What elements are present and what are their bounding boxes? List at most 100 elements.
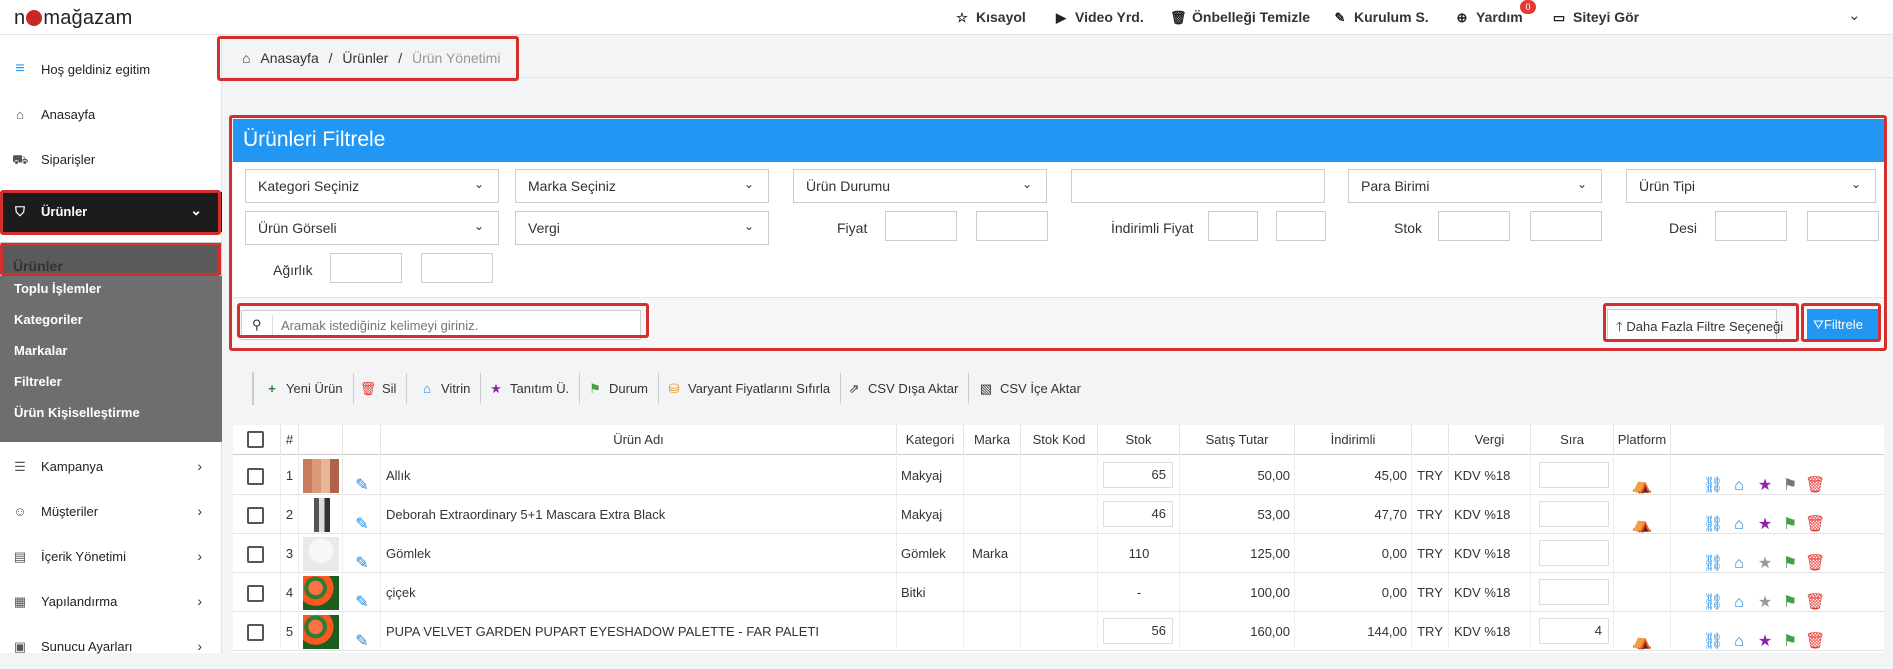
setup-wizard-link[interactable]: ✎ Kurulum S. (1332, 9, 1429, 26)
edit-pencil-icon[interactable]: ✎ (352, 505, 372, 534)
link-icon[interactable]: ⛓ (1703, 466, 1723, 495)
flag-icon[interactable]: ⚑ (1780, 505, 1800, 534)
submenu-item-bulk-actions[interactable]: Toplu İşlemler (0, 273, 222, 304)
table-row[interactable]: 2 ✎ Deborah Extraordinary 5+1 Mascara Extr… (233, 495, 1884, 534)
product-name[interactable]: çiçek (381, 573, 897, 612)
user-menu-chevron-icon[interactable]: ⌄ (1848, 6, 1861, 24)
submenu-item-filters[interactable]: Filtreler (0, 366, 222, 397)
csv-export-button[interactable]: ⇗ CSV Dışa Aktar (835, 373, 970, 404)
header-order[interactable]: Sıra (1531, 425, 1614, 455)
product-thumbnail[interactable] (303, 537, 339, 571)
star-icon[interactable]: ★ (1755, 466, 1775, 495)
header-brand[interactable]: Marka (964, 425, 1021, 455)
link-icon[interactable]: ⛓ (1703, 622, 1723, 651)
showcase-home-icon[interactable]: ⌂ (1729, 544, 1749, 573)
link-icon[interactable]: ⛓ (1703, 505, 1723, 534)
row-checkbox[interactable] (247, 468, 264, 485)
stock-input[interactable]: 56 (1103, 618, 1173, 644)
order-input[interactable] (1539, 501, 1609, 527)
flag-icon[interactable]: ⚑ (1780, 466, 1800, 495)
reset-variant-prices-button[interactable]: ⛁ Varyant Fiyatlarını Sıfırla (655, 373, 842, 404)
star-icon[interactable]: ★ (1755, 622, 1775, 651)
new-product-button[interactable]: + Yeni Ürün (253, 373, 354, 404)
sidebar-item-home[interactable]: ⌂ Anasayfa (0, 93, 222, 137)
header-stock[interactable]: Stok (1098, 425, 1180, 455)
order-input[interactable] (1539, 462, 1609, 488)
star-icon[interactable]: ★ (1755, 544, 1775, 573)
stock-input[interactable]: 46 (1103, 501, 1173, 527)
delete-trash-icon[interactable]: 🗑 (1805, 466, 1825, 495)
shortcut-link[interactable]: ☆ Kısayol (954, 9, 1026, 26)
header-price[interactable]: Satış Tutar (1180, 425, 1295, 455)
product-thumbnail[interactable] (303, 576, 339, 610)
header-category[interactable]: Kategori (897, 425, 964, 455)
delete-button[interactable]: 🗑 Sil (349, 373, 408, 404)
logo[interactable]: n mağazam (14, 7, 133, 30)
delete-trash-icon[interactable]: 🗑 (1805, 622, 1825, 651)
product-thumbnail[interactable] (303, 498, 339, 532)
showcase-home-icon[interactable]: ⌂ (1729, 466, 1749, 495)
hamburger-icon[interactable]: ≡ (12, 60, 28, 78)
product-name[interactable]: Gömlek (381, 534, 897, 573)
sidebar-item-campaign[interactable]: ☰ Kampanya › (0, 445, 222, 489)
edit-pencil-icon[interactable]: ✎ (352, 583, 372, 612)
showcase-home-icon[interactable]: ⌂ (1729, 505, 1749, 534)
promoted-product-button[interactable]: ★ Tanıtım Ü. (477, 373, 581, 404)
link-icon[interactable]: ⛓ (1703, 583, 1723, 612)
showcase-home-icon[interactable]: ⌂ (1729, 583, 1749, 612)
row-checkbox[interactable] (247, 546, 264, 563)
table-row[interactable]: 4 ✎ çiçek Bitki - 100,00 0,00 TRY KDV %18 ⛓ ⌂ ★ ⚑ 🗑 (233, 573, 1884, 612)
star-icon[interactable]: ★ (1755, 583, 1775, 612)
table-row[interactable]: 1 ✎ Allık Makyaj 65 50,00 45,00 TRY KDV %18 ⛺ ⛓ ⌂ ★ ⚑… (233, 456, 1884, 495)
platform-icon[interactable]: ⛺ (1632, 622, 1652, 651)
select-all-checkbox[interactable] (247, 431, 264, 448)
sidebar-item-server[interactable]: ▣ Sunucu Ayarları › (0, 625, 222, 669)
header-name[interactable]: Ürün Adı (381, 425, 897, 455)
delete-trash-icon[interactable]: 🗑 (1805, 583, 1825, 612)
product-thumbnail[interactable] (303, 615, 339, 649)
flag-icon[interactable]: ⚑ (1780, 583, 1800, 612)
order-input[interactable] (1539, 579, 1609, 605)
help-link[interactable]: ⊕ Yardım (1454, 9, 1523, 26)
platform-icon[interactable]: ⛺ (1632, 505, 1652, 534)
view-site-link[interactable]: ▭ Siteyi Gör (1551, 9, 1639, 26)
flag-icon[interactable]: ⚑ (1780, 622, 1800, 651)
sidebar-item-configuration[interactable]: ▦ Yapılandırma › (0, 580, 222, 624)
header-discount[interactable]: İndirimli (1295, 425, 1412, 455)
link-icon[interactable]: ⛓ (1703, 544, 1723, 573)
showcase-home-icon[interactable]: ⌂ (1729, 622, 1749, 651)
clear-cache-link[interactable]: 🗑 Önbelleği Temizle (1170, 9, 1310, 26)
row-checkbox[interactable] (247, 507, 264, 524)
delete-trash-icon[interactable]: 🗑 (1805, 505, 1825, 534)
table-row[interactable]: 3 ✎ Gömlek Gömlek Marka 110 125,00 0,00 TRY KDV %… (233, 534, 1884, 573)
edit-pencil-icon[interactable]: ✎ (352, 466, 372, 495)
table-row[interactable]: 5 ✎ PUPA VELVET GARDEN PUPART EYESHADOW PA… (233, 612, 1884, 651)
edit-pencil-icon[interactable]: ✎ (352, 544, 372, 573)
stock-input[interactable]: 65 (1103, 462, 1173, 488)
platform-icon[interactable]: ⛺ (1632, 466, 1652, 495)
product-name[interactable]: Deborah Extraordinary 5+1 Mascara Extra … (381, 495, 897, 534)
order-input[interactable] (1539, 540, 1609, 566)
product-thumbnail[interactable] (303, 459, 339, 493)
row-checkbox[interactable] (247, 585, 264, 602)
edit-pencil-icon[interactable]: ✎ (352, 622, 372, 651)
flag-icon[interactable]: ⚑ (1780, 544, 1800, 573)
product-name[interactable]: PUPA VELVET GARDEN PUPART EYESHADOW PALE… (381, 612, 897, 651)
submenu-item-categories[interactable]: Kategoriler (0, 304, 222, 335)
row-checkbox[interactable] (247, 624, 264, 641)
order-input[interactable]: 4 (1539, 618, 1609, 644)
header-stock-code[interactable]: Stok Kod (1021, 425, 1098, 455)
header-tax[interactable]: Vergi (1449, 425, 1531, 455)
submenu-item-personalization[interactable]: Ürün Kişiselleştirme (0, 397, 222, 428)
showcase-button[interactable]: ⌂ Vitrin (408, 373, 482, 404)
video-help-link[interactable]: ▶ Video Yrd. (1053, 9, 1144, 26)
delete-trash-icon[interactable]: 🗑 (1805, 544, 1825, 573)
sidebar-item-orders[interactable]: ⛟ Siparişler (0, 138, 222, 182)
csv-import-button[interactable]: ▧ CSV İçe Aktar (967, 373, 1091, 404)
star-icon[interactable]: ★ (1755, 505, 1775, 534)
product-name[interactable]: Allık (381, 456, 897, 495)
sidebar-item-content[interactable]: ▤ İçerik Yönetimi › (0, 535, 222, 579)
sidebar-item-customers[interactable]: ☺ Müşteriler › (0, 490, 222, 534)
submenu-item-brands[interactable]: Markalar (0, 335, 222, 366)
status-button[interactable]: ⚑ Durum (576, 373, 660, 404)
